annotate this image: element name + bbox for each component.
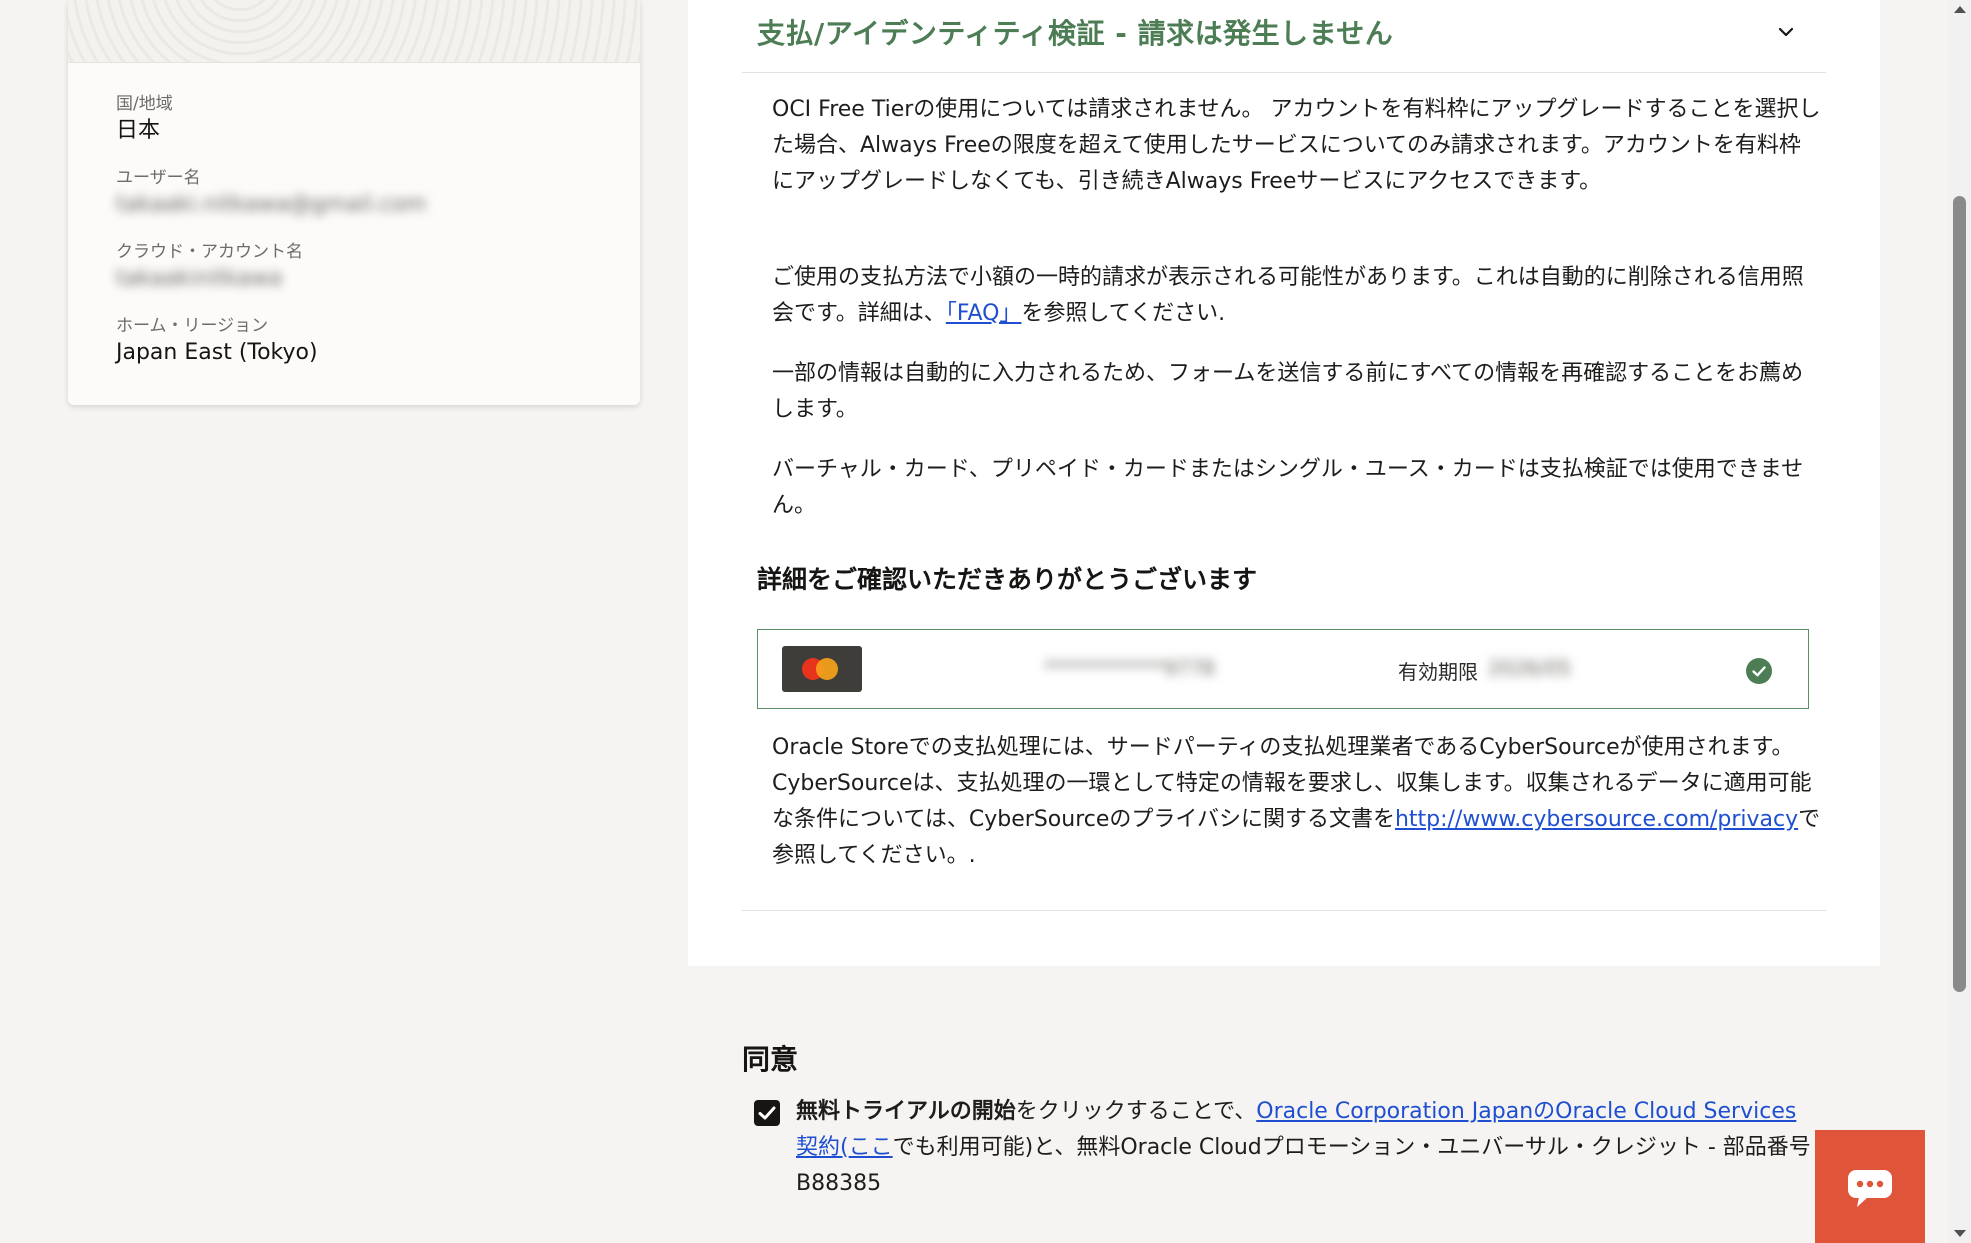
- cloud-account-value: takaakinitkawa: [116, 266, 283, 291]
- consent-text: 無料トライアルの開始をクリックすることで、Oracle Corporation …: [796, 1094, 1816, 1202]
- consent-title: 同意: [742, 1043, 799, 1076]
- checkbox-checked-icon[interactable]: [754, 1100, 780, 1126]
- temporary-charge-text: ご使用の支払方法で小額の一時的請求が表示される可能性があります。これは自動的に削…: [772, 260, 1822, 332]
- home-region-value: Japan East (Tokyo): [116, 340, 318, 365]
- scrollbar-thumb[interactable]: [1953, 196, 1966, 992]
- start-trial-bold: 無料トライアルの開始: [796, 1099, 1016, 1124]
- consent-text-before: をクリックすることで、: [1015, 1099, 1257, 1124]
- card-restriction-text: バーチャル・カード、プリペイド・カードまたはシングル・ユース・カードは支払検証で…: [772, 457, 1804, 518]
- review-info-paragraph: 一部の情報は自動的に入力されるため、フォームを送信する前にすべての情報を再確認す…: [757, 356, 1837, 428]
- payment-card-row: ************9778 有効期限 2026/05: [757, 629, 1809, 709]
- section-title: 支払/アイデンティティ検証 - 請求は発生しません: [757, 17, 1394, 50]
- chevron-down-icon[interactable]: [1776, 22, 1796, 42]
- scroll-up-arrow-icon[interactable]: [1954, 6, 1966, 13]
- free-tier-paragraph: OCI Free Tierの使用については請求されません。 アカウントを有料枠に…: [757, 92, 1837, 200]
- mastercard-icon: [782, 646, 862, 692]
- summary-fields: 国/地域 日本 ユーザー名 takaaki.nitkawa@gmail.com …: [68, 63, 640, 367]
- check-circle-icon: [1746, 658, 1772, 684]
- cloud-account-label: クラウド・アカウント名: [116, 242, 303, 262]
- chat-icon: [1848, 1170, 1892, 1207]
- expiry-label: 有効期限: [1398, 660, 1478, 684]
- consent-text-after: でも利用可能)と、無料Oracle Cloudプロモーション・ユニバーサル・クレ…: [796, 1135, 1811, 1196]
- card-number: ************9778: [1044, 656, 1215, 680]
- page: 国/地域 日本 ユーザー名 takaaki.nitkawa@gmail.com …: [0, 0, 1971, 1243]
- card-restriction-paragraph: バーチャル・カード、プリペイド・カードまたはシングル・ユース・カードは支払検証で…: [757, 452, 1837, 524]
- free-tier-text: OCI Free Tierの使用については請求されません。 アカウントを有料枠に…: [772, 97, 1821, 194]
- cybersource-paragraph: Oracle Storeでの支払処理には、サードパーティの支払処理業者であるCy…: [757, 730, 1847, 874]
- scroll-down-arrow-icon[interactable]: [1954, 1230, 1966, 1237]
- expiry-value: 2026/05: [1488, 656, 1572, 680]
- consent-section: 同意 無料トライアルの開始をクリックすることで、Oracle Corporati…: [688, 966, 1880, 1243]
- country-label: 国/地域: [116, 94, 173, 114]
- cybersource-text: Oracle Storeでの支払処理には、サードパーティの支払処理業者であるCy…: [772, 730, 1832, 874]
- paren-open: (: [840, 1135, 849, 1160]
- temporary-charge-text-before: ご使用の支払方法で小額の一時的請求が表示される可能性があります。これは自動的に削…: [772, 265, 1804, 326]
- here-link[interactable]: ここ: [849, 1135, 893, 1160]
- main-panel: 支払/アイデンティティ検証 - 請求は発生しません OCI Free Tierの…: [688, 0, 1880, 1243]
- mastercard-orange-circle: [816, 658, 838, 680]
- review-info-text: 一部の情報は自動的に入力されるため、フォームを送信する前にすべての情報を再確認す…: [772, 361, 1804, 422]
- thanks-title: 詳細をご確認いただきありがとうございます: [757, 565, 1258, 594]
- vertical-scrollbar[interactable]: [1948, 0, 1971, 1243]
- cybersource-privacy-link[interactable]: http://www.cybersource.com/privacy: [1395, 807, 1798, 832]
- temporary-charge-paragraph: ご使用の支払方法で小額の一時的請求が表示される可能性があります。これは自動的に削…: [757, 260, 1837, 332]
- card-header-pattern: [68, 0, 640, 63]
- account-summary-card: 国/地域 日本 ユーザー名 takaaki.nitkawa@gmail.com …: [68, 0, 640, 405]
- section-divider: [742, 910, 1826, 911]
- temporary-charge-text-after: を参照してください.: [1021, 301, 1226, 326]
- payment-verification-section: 支払/アイデンティティ検証 - 請求は発生しません OCI Free Tierの…: [742, 0, 1826, 911]
- home-region-label: ホーム・リージョン: [116, 316, 269, 336]
- section-header[interactable]: 支払/アイデンティティ検証 - 請求は発生しません: [742, 0, 1826, 73]
- chat-button[interactable]: [1815, 1130, 1925, 1243]
- faq-link[interactable]: 「FAQ」: [946, 301, 1022, 326]
- username-label: ユーザー名: [116, 168, 201, 188]
- username-value: takaaki.nitkawa@gmail.com: [116, 192, 427, 217]
- country-value: 日本: [116, 118, 161, 143]
